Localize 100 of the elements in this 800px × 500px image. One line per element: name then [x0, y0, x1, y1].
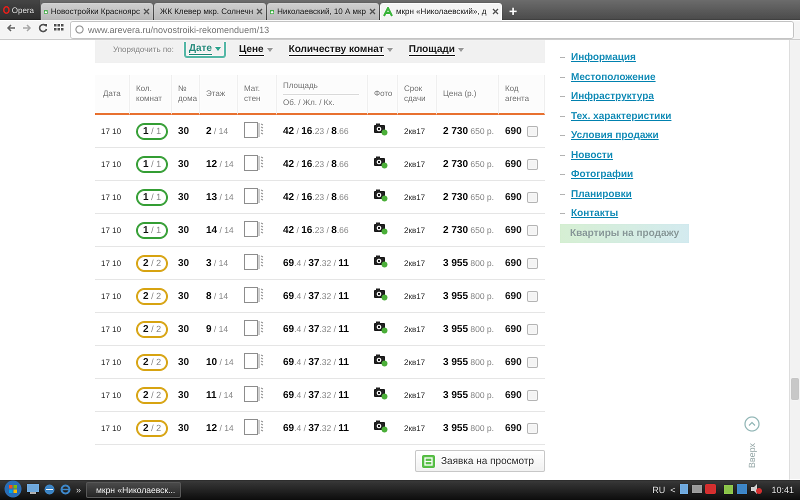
- sidebar-link[interactable]: Инфраструктура: [571, 91, 654, 102]
- table-cell: 2кв17: [398, 412, 437, 445]
- table-cell: 30: [172, 148, 200, 181]
- row-checkbox[interactable]: [526, 390, 538, 400]
- browser-tab[interactable]: ЖК Клевер мкр. Солнечн: [154, 3, 266, 20]
- sidebar-link[interactable]: Информация: [571, 52, 636, 64]
- wall-material-icon: [244, 220, 264, 240]
- table-cell: 690: [505, 126, 522, 136]
- table-cell: 10 / 14: [200, 346, 238, 379]
- row-checkbox[interactable]: [526, 224, 538, 236]
- row-checkbox[interactable]: [526, 290, 538, 302]
- rooms-badge: 1 / 1: [136, 222, 168, 238]
- close-icon[interactable]: [492, 8, 499, 15]
- address-field[interactable]: www.arevera.ru/novostroiki-rekomenduem/13: [70, 20, 794, 38]
- row-checkbox[interactable]: [526, 324, 538, 334]
- table-cell: 42 / 16.23 / 8.66: [277, 148, 368, 181]
- rooms-badge: 1 / 1: [136, 188, 168, 206]
- table-cell: 3 / 14: [200, 247, 238, 280]
- table-cell: 2кв17: [398, 280, 437, 313]
- row-checkbox[interactable]: [526, 126, 538, 136]
- sidebar-link[interactable]: Местоположение: [571, 72, 656, 83]
- show-hidden-icons-button[interactable]: <: [670, 485, 676, 495]
- table-cell: 2кв17: [398, 379, 437, 412]
- close-icon[interactable]: [369, 8, 376, 15]
- table-cell: 690: [505, 258, 522, 268]
- sidebar-link[interactable]: Тех. характеристики: [571, 110, 672, 122]
- table-cell: 3 955 800 р.: [437, 313, 499, 346]
- table-cell: 17 10: [95, 280, 130, 313]
- new-tab-button[interactable]: +: [503, 2, 524, 20]
- table-cell: 30: [172, 346, 200, 379]
- table-cell: 2кв17: [398, 313, 437, 346]
- table-cell: 690: [505, 224, 522, 236]
- table-cell: 17 10: [95, 346, 130, 379]
- table-cell: 42 / 16.23 / 8.66: [277, 181, 368, 214]
- start-button[interactable]: [4, 480, 22, 500]
- request-viewing-button[interactable]: Заявка на просмотр: [414, 450, 545, 472]
- table-cell: 12 / 14: [200, 412, 238, 445]
- browser-tab[interactable]: Николаевский, 10 А мкр: [267, 3, 379, 20]
- clock[interactable]: 10:41: [771, 485, 794, 495]
- row-checkbox[interactable]: [526, 422, 538, 434]
- table-cell: 17 10: [95, 247, 130, 280]
- sort-option[interactable]: Площади: [406, 42, 467, 56]
- wall-material-icon: [244, 122, 264, 140]
- row-checkbox[interactable]: [526, 192, 538, 202]
- ring-logo-icon: [3, 5, 10, 15]
- table-cell: 2кв17: [398, 346, 437, 379]
- wall-material-icon: [244, 154, 264, 174]
- table-cell: 30: [172, 247, 200, 280]
- column-header: Цена (р.): [437, 75, 499, 115]
- table-cell: 30: [172, 181, 200, 214]
- sort-option[interactable]: Цене: [236, 42, 276, 56]
- row-checkbox[interactable]: [526, 356, 538, 368]
- close-icon[interactable]: [143, 8, 150, 15]
- table-cell: 2 730 650 р.: [437, 148, 499, 181]
- table-cell: 3 955 800 р.: [437, 280, 499, 313]
- table-cell: 17 10: [95, 181, 130, 214]
- desktop-icon[interactable]: [27, 484, 39, 496]
- table-cell: 690: [505, 356, 522, 368]
- sidebar-link[interactable]: Планировки: [571, 188, 632, 200]
- table-cell: 690: [505, 290, 522, 302]
- table-cell: 17 10: [95, 379, 130, 412]
- table-cell: 14 / 14: [200, 214, 238, 247]
- language-indicator[interactable]: RU: [652, 485, 666, 495]
- sidebar-link[interactable]: Новости: [571, 150, 613, 161]
- sort-option[interactable]: Количеству комнат: [286, 42, 396, 56]
- table-cell: 2кв17: [398, 247, 437, 280]
- table-cell: 17 10: [95, 214, 130, 247]
- table-cell: 690: [505, 324, 522, 334]
- table-cell: 3 955 800 р.: [437, 346, 499, 379]
- rooms-badge: 2 / 2: [136, 386, 168, 404]
- rooms-badge: 1 / 1: [136, 122, 168, 140]
- column-header: Дата: [95, 75, 130, 115]
- table-cell: 2кв17: [398, 115, 437, 148]
- row-checkbox[interactable]: [526, 158, 538, 170]
- sidebar-link[interactable]: Фотографии: [571, 169, 634, 180]
- wall-material-icon: [244, 352, 264, 372]
- table-cell: 2кв17: [398, 181, 437, 214]
- table-cell: 13 / 14: [200, 181, 238, 214]
- taskbar-window-button[interactable]: мкрн «Николаевск...: [86, 482, 182, 498]
- table-cell: 690: [505, 192, 522, 202]
- browser-tab[interactable]: мкрн «Николаевский», д: [380, 3, 502, 20]
- table-cell: 30: [172, 412, 200, 445]
- opera-menu-button[interactable]: Opera: [0, 0, 40, 20]
- sidebar-link[interactable]: Контакты: [571, 208, 618, 220]
- column-header: Площадь Об. / Жл. / Кх.: [277, 75, 368, 115]
- table-cell: 30: [172, 115, 200, 148]
- table-cell: 69.4 / 37.32 / 11: [277, 247, 368, 280]
- browser-tab[interactable]: Новостройки Красноярс: [41, 3, 153, 20]
- rooms-badge: 2 / 2: [136, 254, 168, 272]
- wall-material-icon: [244, 286, 264, 306]
- column-header: Срок сдачи: [398, 75, 437, 115]
- sidebar-link[interactable]: Условия продажи: [571, 130, 659, 142]
- more-button[interactable]: »: [76, 485, 82, 495]
- close-icon[interactable]: [256, 8, 264, 15]
- row-checkbox[interactable]: [526, 258, 538, 268]
- table-cell: 42 / 16.23 / 8.66: [277, 214, 368, 247]
- rooms-badge: 1 / 1: [136, 156, 168, 172]
- table-cell: 9 / 14: [200, 313, 238, 346]
- table-cell: 690: [505, 390, 522, 400]
- column-header: Мат. стен: [238, 75, 277, 115]
